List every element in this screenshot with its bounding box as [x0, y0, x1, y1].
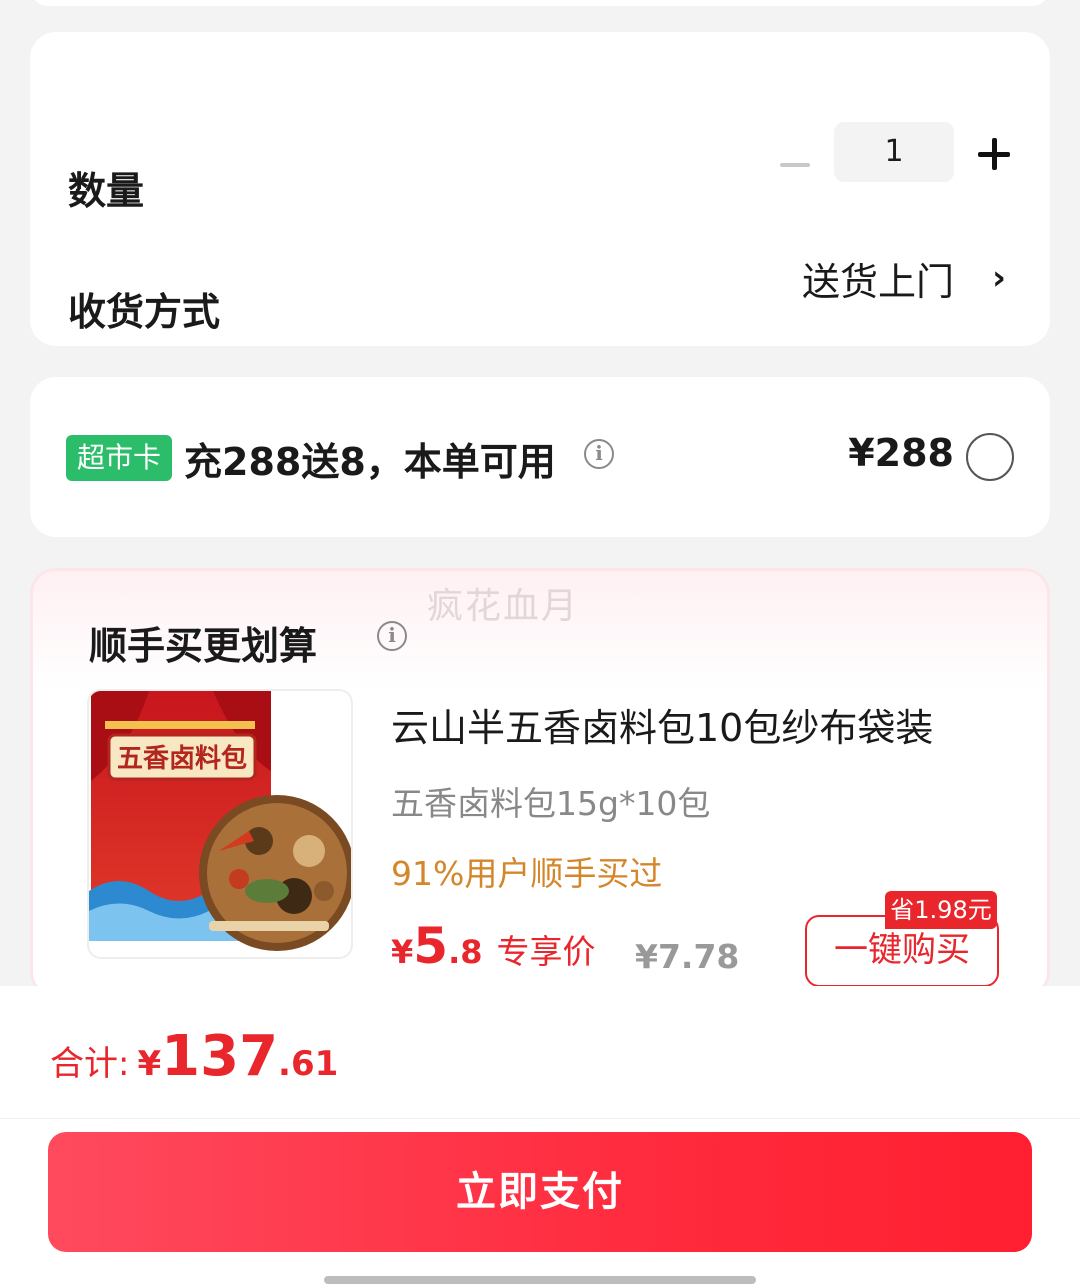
deal-title: 顺手买更划算 [89, 624, 318, 668]
promo-text: 充288送8，本单可用 [184, 440, 556, 484]
shipping-method-value[interactable]: 送货上门 [802, 251, 954, 306]
total-symbol: ¥ [137, 1044, 162, 1084]
total-decimal: .61 [278, 1044, 339, 1084]
supermarket-card-badge: 超市卡 [66, 435, 172, 481]
total-integer: 137 [161, 1024, 279, 1089]
minus-icon[interactable] [780, 150, 810, 180]
deal-price: ¥5.8 专享价 [391, 917, 595, 975]
info-icon[interactable]: i [584, 439, 614, 469]
quantity-label: 数量 [68, 169, 145, 213]
product-image[interactable]: 五香卤料包 [87, 689, 353, 959]
add-on-deal-card: 疯花血月 顺手买更划算 i 五香卤料包 云山半五香卤料包10包纱布袋装 五香卤料… [30, 568, 1050, 998]
total-label: 合计: [50, 1044, 130, 1084]
shipping-method-label: 收货方式 [68, 290, 221, 334]
chevron-right-icon[interactable]: › [992, 258, 1006, 298]
product-name[interactable]: 云山半五香卤料包10包纱布袋装 [391, 697, 933, 752]
social-proof: 91%用户顺手买过 [391, 854, 663, 893]
quantity-input[interactable]: 1 [834, 122, 954, 182]
home-indicator[interactable] [324, 1276, 756, 1284]
supermarket-card-promo[interactable]: 超市卡 充288送8，本单可用 i ¥288 [30, 377, 1050, 537]
package-title-text: 五香卤料包 [117, 743, 247, 774]
divider [0, 1118, 1080, 1119]
exclusive-price-tag: 专享价 [496, 932, 596, 971]
price-decimal: .8 [448, 933, 483, 971]
product-spec: 五香卤料包15g*10包 [391, 784, 711, 823]
price-integer: 5 [413, 917, 449, 975]
spice-package-illustration: 五香卤料包 [89, 691, 351, 951]
order-total: 合计: ¥137.61 [50, 1024, 338, 1089]
price-symbol: ¥ [391, 933, 414, 971]
quantity-card: 数量 1 收货方式 送货上门 › [30, 32, 1050, 346]
pay-now-button[interactable]: 立即支付 [48, 1132, 1032, 1252]
checkout-bar: 合计: ¥137.61 立即支付 [0, 986, 1080, 1288]
plus-icon[interactable] [978, 138, 1010, 170]
original-price: ¥7.78 [635, 937, 740, 976]
savings-badge: 省1.98元 [885, 891, 997, 929]
watermark: 疯花血月 [427, 586, 580, 627]
previous-card-edge [30, 0, 1050, 6]
info-icon[interactable]: i [377, 621, 407, 651]
promo-price: ¥288 [848, 431, 954, 475]
radio-icon[interactable] [966, 433, 1014, 481]
